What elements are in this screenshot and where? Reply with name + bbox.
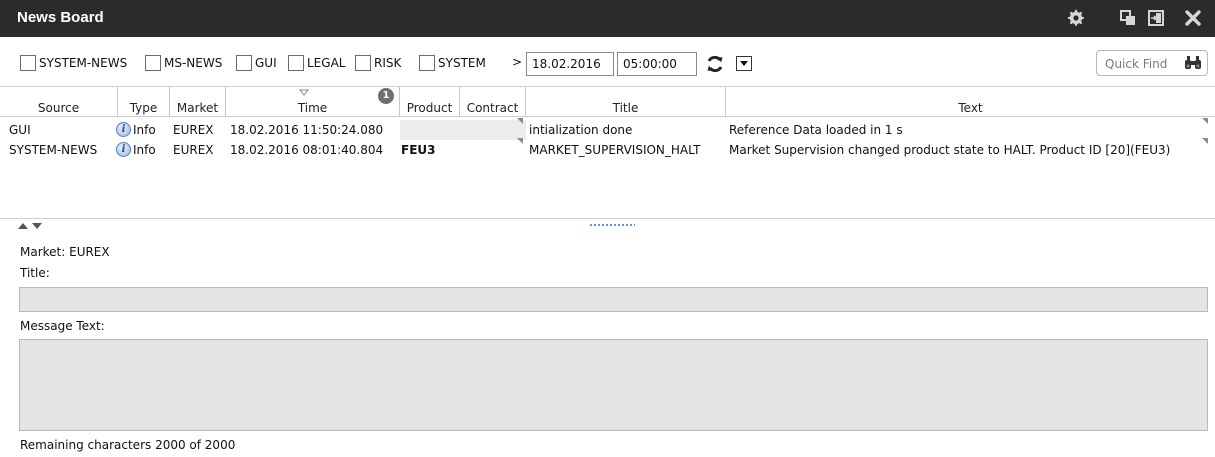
checkbox[interactable] <box>20 55 36 71</box>
cell-overflow-marker <box>517 118 523 124</box>
column-header-title[interactable]: Title <box>526 87 726 117</box>
cell-source: GUI <box>9 123 31 137</box>
cell-source: SYSTEM-NEWS <box>9 143 98 157</box>
date-field[interactable]: 18.02.2016 <box>526 52 614 76</box>
time-operator: > <box>512 55 523 69</box>
collapse-up-icon[interactable] <box>18 223 28 229</box>
close-icon[interactable] <box>1184 9 1202 27</box>
drag-handle[interactable] <box>589 224 635 226</box>
cell-market: EUREX <box>173 143 214 157</box>
remaining-characters: Remaining characters 2000 of 2000 <box>20 438 236 452</box>
pane-splitter[interactable] <box>0 219 1215 231</box>
checkbox[interactable] <box>145 55 161 71</box>
cell-type: Info <box>133 143 156 157</box>
column-header-text[interactable]: Text <box>726 87 1215 117</box>
pin-window-icon[interactable] <box>1147 9 1165 27</box>
detail-market: Market: EUREX <box>20 245 110 259</box>
filter-legal[interactable]: LEGAL <box>288 54 345 72</box>
checkbox-label: MS-NEWS <box>164 56 223 70</box>
info-icon: i <box>116 122 131 137</box>
detail-message-label: Message Text: <box>20 319 105 333</box>
time-field[interactable]: 05:00:00 <box>617 52 697 76</box>
quick-find-input[interactable]: Quick Find <box>1096 50 1208 76</box>
restore-window-icon[interactable] <box>1119 9 1137 27</box>
cell-overflow-marker <box>517 138 523 144</box>
window-titlebar: News Board <box>0 0 1215 37</box>
filter-risk[interactable]: RISK <box>355 54 401 72</box>
cell-type: Info <box>133 123 156 137</box>
checkbox[interactable] <box>355 55 371 71</box>
checkbox[interactable] <box>236 55 252 71</box>
filter-gui[interactable]: GUI <box>236 54 277 72</box>
table-row[interactable]: SYSTEM-NEWS i Info EUREX 18.02.2016 08:0… <box>0 138 1215 160</box>
quick-find-placeholder: Quick Find <box>1105 57 1168 71</box>
checkbox[interactable] <box>288 55 304 71</box>
cell-market: EUREX <box>173 123 214 137</box>
column-header-time[interactable]: Time <box>226 87 400 117</box>
cell-time: 18.02.2016 08:01:40.804 <box>230 143 384 157</box>
checkbox-label: SYSTEM <box>438 56 486 70</box>
column-header-source[interactable]: Source <box>0 87 118 117</box>
refresh-icon[interactable] <box>705 54 725 74</box>
cell-title: intialization done <box>529 123 633 137</box>
sort-descending-icon <box>299 89 309 96</box>
column-header-type[interactable]: Type <box>118 87 170 117</box>
cell-overflow-marker <box>1202 118 1208 124</box>
binoculars-icon[interactable] <box>1184 55 1202 71</box>
detail-title-label: Title: <box>20 266 50 280</box>
column-header-product[interactable]: Product <box>400 87 460 117</box>
checkbox-label: RISK <box>374 56 402 70</box>
table-row[interactable]: GUI i Info EUREX 18.02.2016 11:50:24.080… <box>0 118 1215 140</box>
gear-icon[interactable] <box>1067 9 1085 27</box>
column-header-market[interactable]: Market <box>170 87 226 117</box>
filter-system[interactable]: SYSTEM <box>419 54 486 72</box>
cell-overflow-marker <box>1202 138 1208 144</box>
cell-time: 18.02.2016 11:50:24.080 <box>230 123 384 137</box>
window-title: News Board <box>17 9 104 26</box>
detail-title-field[interactable] <box>19 287 1208 312</box>
filter-ms-news[interactable]: MS-NEWS <box>145 54 222 72</box>
collapse-down-icon[interactable] <box>32 223 42 229</box>
detail-message-field[interactable] <box>19 339 1208 431</box>
checkbox-label: SYSTEM-NEWS <box>39 56 128 70</box>
cell-text: Reference Data loaded in 1 s <box>729 123 903 137</box>
checkbox-label: GUI <box>255 56 277 70</box>
filter-bar: SYSTEM-NEWS MS-NEWS GUI LEGAL RISK SYSTE… <box>0 37 1215 87</box>
news-table: Source Type Market Time Product Contract… <box>0 87 1215 219</box>
cell-title: MARKET_SUPERVISION_HALT <box>529 143 701 157</box>
filter-count-badge: 1 <box>378 88 394 104</box>
cell-text: Market Supervision changed product state… <box>729 143 1171 157</box>
column-header-contract[interactable]: Contract <box>460 87 526 117</box>
empty-cell-shading <box>400 120 526 140</box>
checkbox[interactable] <box>419 55 435 71</box>
checkbox-label: LEGAL <box>307 56 346 70</box>
info-icon: i <box>116 142 131 157</box>
filter-system-news[interactable]: SYSTEM-NEWS <box>20 54 127 72</box>
cell-product: FEU3 <box>401 143 436 157</box>
options-dropdown-button[interactable] <box>736 56 752 71</box>
